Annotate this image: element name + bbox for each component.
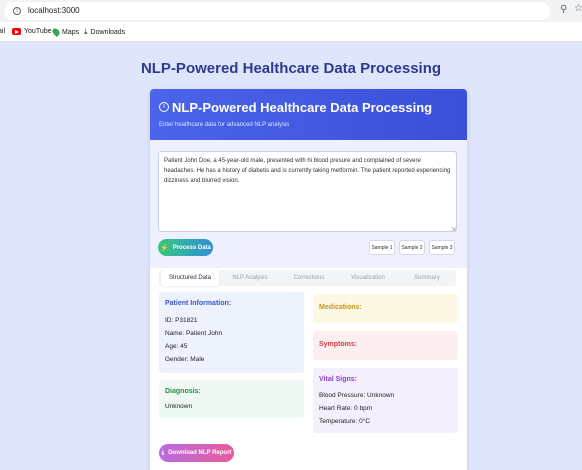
info-icon: i <box>159 102 169 112</box>
tab-structured-data[interactable]: Structured Data <box>161 270 219 286</box>
vital-signs-panel: Vital Signs: Blood Pressure: Unknown Hea… <box>313 368 458 433</box>
diagnosis-title: Diagnosis: <box>165 388 201 395</box>
sample-2-button[interactable]: Sample 2 <box>399 240 425 255</box>
download-nlp-report-button[interactable]: ⤓ Download NLP Report <box>159 444 234 462</box>
maps-icon <box>51 27 61 37</box>
bookmark-gmail[interactable]: ail <box>0 28 5 35</box>
bolt-icon: ⚡ <box>160 244 169 252</box>
bookmark-label: Downloads <box>90 28 126 36</box>
bookmark-star-icon[interactable]: ☆ <box>574 3 582 14</box>
bookmark-downloads[interactable]: ⤓ Downloads <box>84 28 125 36</box>
bookmark-label: YouTube <box>24 28 52 35</box>
patient-name: Name: Patient John <box>165 330 223 337</box>
diagnosis-panel: Diagnosis: Unknown <box>159 380 304 418</box>
heart-rate: Heart Rate: 0 bpm <box>319 405 373 412</box>
card-title: NLP-Powered Healthcare Data Processing <box>172 100 433 115</box>
process-data-button[interactable]: ⚡ Process Data <box>158 239 213 256</box>
download-label: Download NLP Report <box>168 450 232 456</box>
blood-pressure: Blood Pressure: Unknown <box>319 392 395 399</box>
patient-id: ID: P31821 <box>165 317 198 324</box>
youtube-icon <box>12 28 21 35</box>
zoom-icon[interactable]: ⚲ <box>560 4 567 15</box>
tab-nlp-analysis[interactable]: NLP Analysis <box>221 270 279 286</box>
healthcare-data-input[interactable]: Patient John Doe, a 45-year-old male, pr… <box>158 151 457 232</box>
sample-3-button[interactable]: Sample 3 <box>429 240 455 255</box>
download-icon: ⤓ <box>84 27 88 36</box>
input-section: Patient John Doe, a 45-year-old male, pr… <box>150 140 467 268</box>
symptoms-panel: Symptoms: <box>313 331 458 360</box>
sample-1-button[interactable]: Sample 1 <box>369 240 395 255</box>
medications-title: Medications: <box>319 304 362 311</box>
tab-visualization[interactable]: Visualization <box>339 270 397 286</box>
bookmark-label: Maps <box>62 28 80 36</box>
tab-summary[interactable]: Summary <box>398 270 456 286</box>
patient-gender: Gender: Male <box>165 356 205 363</box>
bookmark-youtube[interactable]: YouTube <box>12 28 52 35</box>
patient-information-title: Patient Information: <box>165 300 232 307</box>
diagnosis-value: Unknown <box>165 403 193 410</box>
page-title: NLP-Powered Healthcare Data Processing <box>140 60 442 77</box>
temperature: Temperature: 0°C <box>319 418 371 425</box>
url-text[interactable]: localhost:3000 <box>28 6 80 15</box>
card-header: i NLP-Powered Healthcare Data Processing… <box>150 89 467 140</box>
tab-corrections[interactable]: Corrections <box>280 270 338 286</box>
bookmark-label: ail <box>0 28 6 35</box>
symptoms-title: Symptoms: <box>319 341 358 348</box>
patient-age: Age: 45 <box>165 343 188 350</box>
download-icon: ⤓ <box>161 449 165 456</box>
main-card: i NLP-Powered Healthcare Data Processing… <box>150 89 467 470</box>
process-data-label: Process Data <box>172 244 211 251</box>
resize-handle-icon[interactable]: ⇲ <box>451 226 456 233</box>
site-info-icon[interactable]: i <box>13 7 21 15</box>
browser-address-bar: i localhost:3000 ⚲ ☆ <box>0 0 582 22</box>
url-field[interactable]: i localhost:3000 <box>4 2 550 20</box>
card-subtitle: Enter healthcare data for advanced NLP a… <box>159 122 290 128</box>
patient-information-panel: Patient Information: ID: P31821 Name: Pa… <box>159 292 304 373</box>
bookmark-maps[interactable]: Maps <box>51 27 80 37</box>
tabs-bar: Structured Data NLP Analysis Corrections… <box>159 270 456 286</box>
bookmarks-bar: ail YouTube Maps ⤓ Downloads <box>0 22 582 42</box>
medications-panel: Medications: <box>313 294 458 323</box>
vital-signs-title: Vital Signs: <box>319 376 357 383</box>
